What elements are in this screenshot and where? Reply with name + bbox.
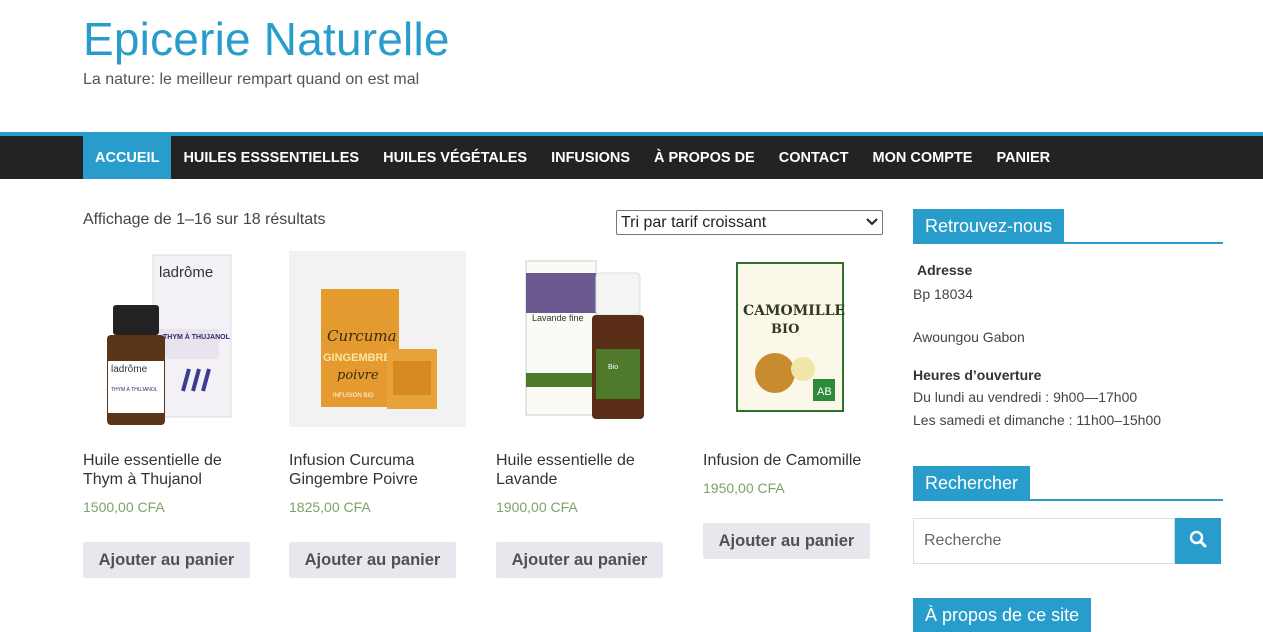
address-line-1: Bp 18034 bbox=[913, 286, 973, 302]
address-line-2: Awoungou Gabon bbox=[913, 329, 1025, 345]
search-button[interactable] bbox=[1175, 518, 1221, 564]
product-image[interactable]: Curcuma GINGEMBRE poivre INFUSION BIO bbox=[289, 251, 466, 427]
product-title[interactable]: Infusion de Camomille bbox=[703, 451, 883, 470]
product-image-label-3: poivre bbox=[337, 368, 379, 383]
widget-title-search: Rechercher bbox=[913, 466, 1223, 501]
product-card: ladrôme THYM À THUJANOL ladrôme THYM À T… bbox=[83, 251, 263, 515]
nav-item-mon-compte[interactable]: MON COMPTE bbox=[861, 136, 985, 179]
widget-title-underline bbox=[913, 242, 1223, 244]
add-to-cart-button[interactable]: Ajouter au panier bbox=[83, 542, 250, 578]
widget-title-label: Retrouvez-nous bbox=[913, 209, 1065, 243]
add-to-cart-button[interactable]: Ajouter au panier bbox=[496, 542, 663, 578]
product-image-label-2: GINGEMBRE bbox=[323, 352, 391, 364]
product-image-bottle-brand: ladrôme bbox=[111, 364, 148, 375]
widget-title-underline bbox=[913, 499, 1223, 501]
product-image[interactable]: Lavande fine Bio bbox=[496, 251, 673, 427]
nav-item-huiles-essentielles[interactable]: HUILES ESSSENTIELLES bbox=[171, 136, 371, 179]
product-image[interactable]: ladrôme THYM À THUJANOL ladrôme THYM À T… bbox=[83, 251, 260, 427]
nav-item-panier[interactable]: PANIER bbox=[984, 136, 1062, 179]
search-icon bbox=[1189, 530, 1207, 553]
nav-item-accueil[interactable]: ACCUEIL bbox=[83, 136, 172, 179]
widget-title-label: À propos de ce site bbox=[913, 598, 1092, 632]
chevron-down-icon bbox=[866, 217, 878, 229]
nav-item-contact[interactable]: CONTACT bbox=[767, 136, 861, 179]
product-image-label: Curcuma bbox=[327, 327, 397, 345]
sort-select[interactable]: Tri par tarif croissant bbox=[616, 210, 883, 235]
product-title[interactable]: Huile essentielle de Lavande bbox=[496, 451, 676, 489]
add-to-cart-button[interactable]: Ajouter au panier bbox=[703, 523, 870, 559]
product-image-label: Lavande fine bbox=[532, 313, 584, 323]
product-price: 1900,00 CFA bbox=[496, 499, 578, 515]
product-card: Lavande fine Bio Huile essentielle de La… bbox=[496, 251, 676, 515]
nav-item-a-propos[interactable]: À PROPOS DE bbox=[642, 136, 767, 179]
product-image[interactable]: CAMOMILLE BIO AB bbox=[703, 251, 880, 427]
address-label: Adresse bbox=[917, 262, 973, 278]
product-title[interactable]: Huile essentielle de Thym à Thujanol bbox=[83, 451, 263, 489]
hours-label: Heures d’ouverture bbox=[913, 367, 1042, 383]
widget-title-contact: Retrouvez-nous bbox=[913, 209, 1223, 244]
main-navigation: ACCUEIL HUILES ESSSENTIELLES HUILES VÉGÉ… bbox=[0, 132, 1263, 179]
product-image-label-4: INFUSION BIO bbox=[333, 393, 374, 399]
product-image-label-2: BIO bbox=[771, 322, 799, 337]
search-input[interactable]: Recherche bbox=[913, 518, 1175, 564]
hours-weekdays: Du lundi au vendredi : 9h00—17h00 bbox=[913, 389, 1138, 405]
widget-title-about: À propos de ce site bbox=[913, 598, 1092, 632]
widget-title-label: Rechercher bbox=[913, 466, 1031, 500]
product-card: CAMOMILLE BIO AB Infusion de Camomille 1… bbox=[703, 251, 883, 496]
product-image-label: CAMOMILLE bbox=[743, 303, 845, 319]
nav-item-huiles-vegetales[interactable]: HUILES VÉGÉTALES bbox=[371, 136, 539, 179]
product-title[interactable]: Infusion Curcuma Gingembre Poivre bbox=[289, 451, 469, 489]
product-price: 1950,00 CFA bbox=[703, 480, 785, 496]
site-tagline: La nature: le meilleur rempart quand on … bbox=[83, 71, 420, 88]
product-image-bottle-label: THYM À THUJANOL bbox=[111, 386, 158, 393]
product-price: 1500,00 CFA bbox=[83, 499, 165, 515]
result-count: Affichage de 1–16 sur 18 résultats bbox=[83, 211, 326, 228]
hours-weekend: Les samedi et dimanche : 11h00–15h00 bbox=[913, 412, 1162, 428]
product-image-brand: ladrôme bbox=[159, 264, 213, 281]
nav-item-infusions[interactable]: INFUSIONS bbox=[539, 136, 642, 179]
add-to-cart-button[interactable]: Ajouter au panier bbox=[289, 542, 456, 578]
search-placeholder: Recherche bbox=[924, 532, 1002, 549]
product-image-label-3: AB bbox=[817, 386, 832, 398]
product-image-label-2: Bio bbox=[608, 364, 618, 371]
product-image-label: THYM À THUJANOL bbox=[163, 332, 231, 341]
site-title[interactable]: Epicerie Naturelle bbox=[83, 12, 450, 66]
product-card: Curcuma GINGEMBRE poivre INFUSION BIO In… bbox=[289, 251, 469, 515]
sort-selected-value: Tri par tarif croissant bbox=[621, 213, 767, 231]
product-price: 1825,00 CFA bbox=[289, 499, 371, 515]
